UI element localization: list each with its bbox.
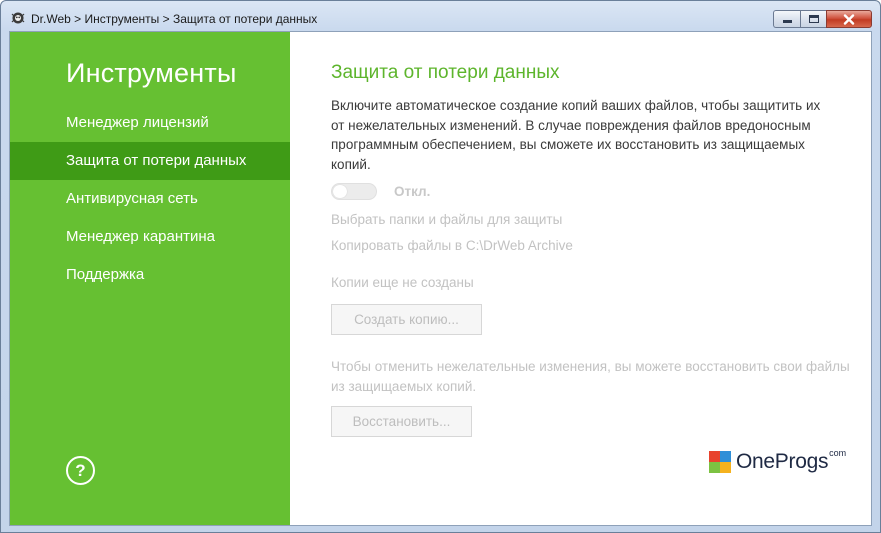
sidebar-item-antivirus-network[interactable]: Антивирусная сеть — [10, 180, 290, 218]
page-title: Защита от потери данных — [331, 62, 560, 83]
sidebar-item-label: Антивирусная сеть — [66, 190, 198, 207]
title-bar[interactable]: Dr.Web > Инструменты > Защита от потери … — [1, 1, 880, 31]
watermark-suffix: com — [829, 448, 847, 458]
toggle-state-label: Откл. — [394, 184, 431, 199]
watermark-name: OneProgs — [736, 450, 829, 473]
sidebar-title: Инструменты — [66, 58, 237, 88]
app-window: Dr.Web > Инструменты > Защита от потери … — [0, 0, 881, 533]
restore-hint-text: Чтобы отменить нежелательные изменения, … — [331, 359, 850, 394]
sidebar-item-label: Защита от потери данных — [66, 152, 247, 169]
window-controls — [773, 10, 872, 28]
sidebar-item-label: Менеджер карантина — [66, 228, 216, 245]
oneprogs-logo-icon — [709, 451, 731, 473]
minimize-icon — [782, 20, 792, 23]
oneprogs-watermark: OneProgs com — [709, 448, 847, 475]
toggle-knob — [333, 185, 347, 198]
copy-location-text: Копировать файлы в C:\DrWeb Archive — [331, 238, 573, 253]
select-files-link[interactable]: Выбрать папки и файлы для защиты — [331, 212, 562, 227]
sidebar-item-quarantine-manager[interactable]: Менеджер карантина — [10, 218, 290, 256]
maximize-button[interactable] — [800, 10, 826, 28]
sidebar-item-support[interactable]: Поддержка — [10, 256, 290, 294]
protection-toggle[interactable] — [331, 183, 377, 200]
window-title: Dr.Web > Инструменты > Защита от потери … — [31, 12, 318, 26]
close-icon — [843, 13, 855, 25]
description-text: Включите автоматическое создание копий в… — [331, 98, 821, 172]
restore-button[interactable]: Восстановить... — [331, 406, 472, 437]
close-button[interactable] — [826, 10, 872, 28]
sidebar-item-label: Менеджер лицензий — [66, 114, 209, 131]
maximize-icon — [808, 15, 819, 23]
drweb-spider-icon — [11, 12, 25, 24]
sidebar-item-label: Поддержка — [66, 266, 145, 283]
sidebar-item-license-manager[interactable]: Менеджер лицензий — [10, 104, 290, 142]
minimize-button[interactable] — [773, 10, 800, 28]
create-copy-button[interactable]: Создать копию... — [331, 304, 482, 335]
sidebar-item-data-loss-protection[interactable]: Защита от потери данных — [10, 142, 290, 180]
copies-status-text: Копии еще не созданы — [331, 275, 474, 290]
help-icon[interactable]: ? — [66, 456, 95, 485]
sidebar: Инструменты Менеджер лицензий Защита от … — [10, 32, 290, 525]
